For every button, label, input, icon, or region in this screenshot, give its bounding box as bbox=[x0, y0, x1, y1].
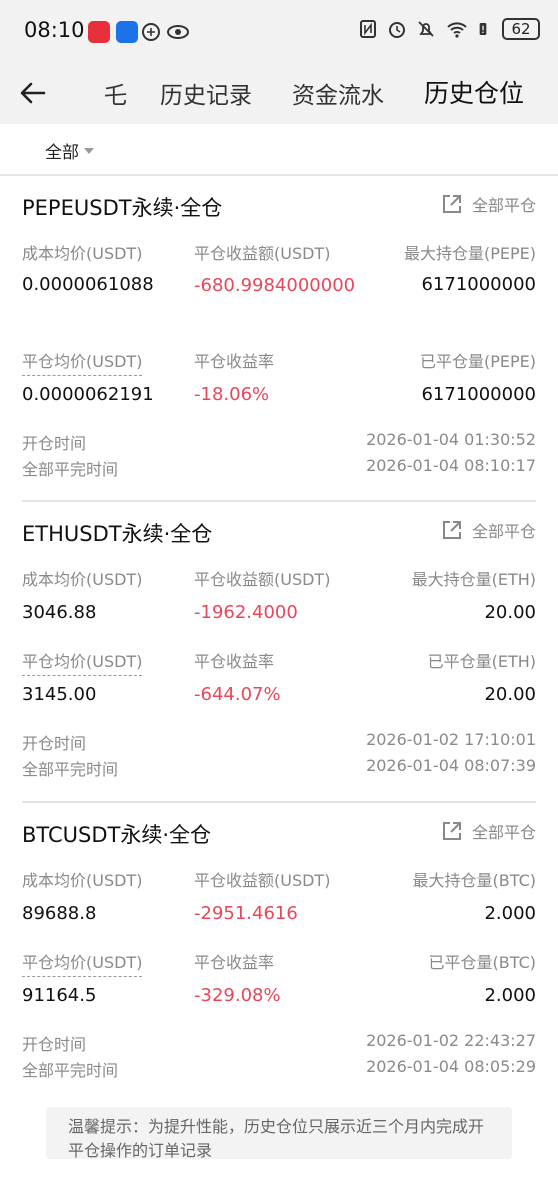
close-all-button[interactable]: 全部平仓 bbox=[441, 192, 536, 216]
position-title: ETHUSDT永续·全仓 bbox=[22, 522, 213, 546]
clock: 08:10 bbox=[24, 18, 85, 42]
close-pnl-label: 平仓收益额(USDT) bbox=[194, 871, 331, 890]
open-time-label: 开仓时间 bbox=[22, 434, 87, 453]
close-all-label: 全部平仓 bbox=[471, 522, 536, 541]
close-pnl-value: -2951.4616 bbox=[194, 903, 298, 924]
share-out-icon bbox=[442, 521, 461, 539]
top-nav: 乇 历史记录 资金流水 历史仓位 bbox=[0, 62, 558, 124]
position-title: BTCUSDT永续·全仓 bbox=[22, 823, 212, 847]
tab-partial[interactable]: 乇 bbox=[104, 76, 127, 110]
max-position-label: 最大持仓量(BTC) bbox=[412, 871, 536, 890]
close-all-label: 全部平仓 bbox=[471, 823, 536, 842]
battery-level: 62 bbox=[502, 18, 540, 40]
avg-cost-value: 89688.8 bbox=[22, 903, 97, 924]
filter-dropdown[interactable]: 全部 bbox=[45, 138, 94, 163]
max-position-label: 最大持仓量(ETH) bbox=[411, 570, 536, 589]
closed-qty-label: 已平仓量(BTC) bbox=[428, 953, 536, 972]
closed-qty-value: 20.00 bbox=[484, 684, 536, 705]
tab-fund-flow[interactable]: 资金流水 bbox=[292, 76, 384, 110]
close-time-label: 全部平完时间 bbox=[22, 460, 119, 479]
card-divider bbox=[22, 500, 536, 502]
alarm-icon bbox=[389, 22, 405, 38]
position-card: PEPEUSDT永续·全仓 全部平仓 成本均价(USDT) 平仓收益额(USDT… bbox=[22, 192, 536, 482]
status-bar: 08:10 62 bbox=[0, 0, 558, 62]
filter-label: 全部 bbox=[45, 143, 79, 163]
tip-notice: 温馨提示：为提升性能，历史仓位只展示近三个月内完成开平仓操作的订单记录 bbox=[46, 1107, 512, 1159]
close-pnl-label: 平仓收益额(USDT) bbox=[194, 570, 331, 589]
close-time-value: 2026-01-04 08:05:29 bbox=[366, 1057, 536, 1076]
mute-icon bbox=[418, 21, 434, 37]
open-time-label: 开仓时间 bbox=[22, 734, 87, 753]
closed-qty-value: 6171000000 bbox=[421, 384, 536, 405]
open-time-value: 2026-01-04 01:30:52 bbox=[366, 430, 536, 449]
close-rate-label: 平仓收益率 bbox=[194, 953, 275, 972]
close-avg-value: 0.0000062191 bbox=[22, 384, 154, 405]
avg-cost-label: 成本均价(USDT) bbox=[22, 570, 143, 589]
tab-history-positions[interactable]: 历史仓位 bbox=[424, 74, 524, 110]
avg-cost-label: 成本均价(USDT) bbox=[22, 871, 143, 890]
close-rate-value: -329.08% bbox=[194, 985, 281, 1006]
close-pnl-value: -680.9984000000 bbox=[194, 275, 356, 296]
max-position-value: 2.000 bbox=[484, 903, 536, 924]
filter-bar: 全部 bbox=[0, 124, 558, 176]
battery-alert-icon bbox=[479, 23, 487, 35]
avg-cost-value: 3046.88 bbox=[22, 602, 97, 623]
closed-qty-value: 2.000 bbox=[484, 985, 536, 1006]
position-card: BTCUSDT永续·全仓 全部平仓 成本均价(USDT) 平仓收益额(USDT)… bbox=[22, 819, 536, 1081]
open-time-label: 开仓时间 bbox=[22, 1035, 87, 1054]
close-avg-label[interactable]: 平仓均价(USDT) bbox=[22, 648, 143, 676]
close-avg-label[interactable]: 平仓均价(USDT) bbox=[22, 949, 143, 977]
close-time-value: 2026-01-04 08:07:39 bbox=[366, 756, 536, 775]
close-time-value: 2026-01-04 08:10:17 bbox=[366, 456, 536, 475]
closed-qty-label: 已平仓量(ETH) bbox=[427, 652, 536, 671]
position-title: PEPEUSDT永续·全仓 bbox=[22, 196, 223, 220]
close-avg-label[interactable]: 平仓均价(USDT) bbox=[22, 348, 143, 376]
close-rate-value: -644.07% bbox=[194, 684, 281, 705]
position-card: ETHUSDT永续·全仓 全部平仓 成本均价(USDT) 平仓收益额(USDT)… bbox=[22, 518, 536, 780]
news-app-icon bbox=[88, 21, 110, 43]
close-pnl-value: -1962.4000 bbox=[194, 602, 298, 623]
hand-app-icon bbox=[116, 21, 138, 43]
share-out-icon bbox=[442, 822, 461, 840]
nfc-icon bbox=[360, 20, 376, 38]
close-rate-label: 平仓收益率 bbox=[194, 352, 275, 371]
share-out-icon bbox=[442, 195, 461, 213]
max-position-label: 最大持仓量(PEPE) bbox=[403, 244, 536, 263]
closed-qty-label: 已平仓量(PEPE) bbox=[419, 352, 536, 371]
close-avg-value: 3145.00 bbox=[22, 684, 97, 705]
close-rate-label: 平仓收益率 bbox=[194, 652, 275, 671]
wifi-6-icon bbox=[447, 22, 467, 38]
wechat-like-icon bbox=[142, 23, 160, 41]
back-arrow-icon[interactable] bbox=[18, 78, 48, 108]
max-position-value: 20.00 bbox=[484, 602, 536, 623]
close-all-button[interactable]: 全部平仓 bbox=[441, 819, 536, 843]
close-all-label: 全部平仓 bbox=[471, 196, 536, 215]
close-time-label: 全部平完时间 bbox=[22, 760, 119, 779]
avg-cost-value: 0.0000061088 bbox=[22, 274, 154, 295]
open-time-value: 2026-01-02 22:43:27 bbox=[366, 1031, 536, 1050]
caret-down-icon bbox=[84, 147, 94, 154]
close-rate-value: -18.06% bbox=[194, 384, 270, 405]
close-pnl-label: 平仓收益额(USDT) bbox=[194, 244, 331, 263]
close-time-label: 全部平完时间 bbox=[22, 1061, 119, 1080]
open-time-value: 2026-01-02 17:10:01 bbox=[366, 730, 536, 749]
tab-history-records[interactable]: 历史记录 bbox=[160, 76, 252, 110]
card-divider bbox=[22, 801, 536, 803]
eye-icon bbox=[167, 25, 189, 39]
max-position-value: 6171000000 bbox=[421, 274, 536, 295]
close-avg-value: 91164.5 bbox=[22, 985, 97, 1006]
close-all-button[interactable]: 全部平仓 bbox=[441, 518, 536, 542]
avg-cost-label: 成本均价(USDT) bbox=[22, 244, 143, 263]
